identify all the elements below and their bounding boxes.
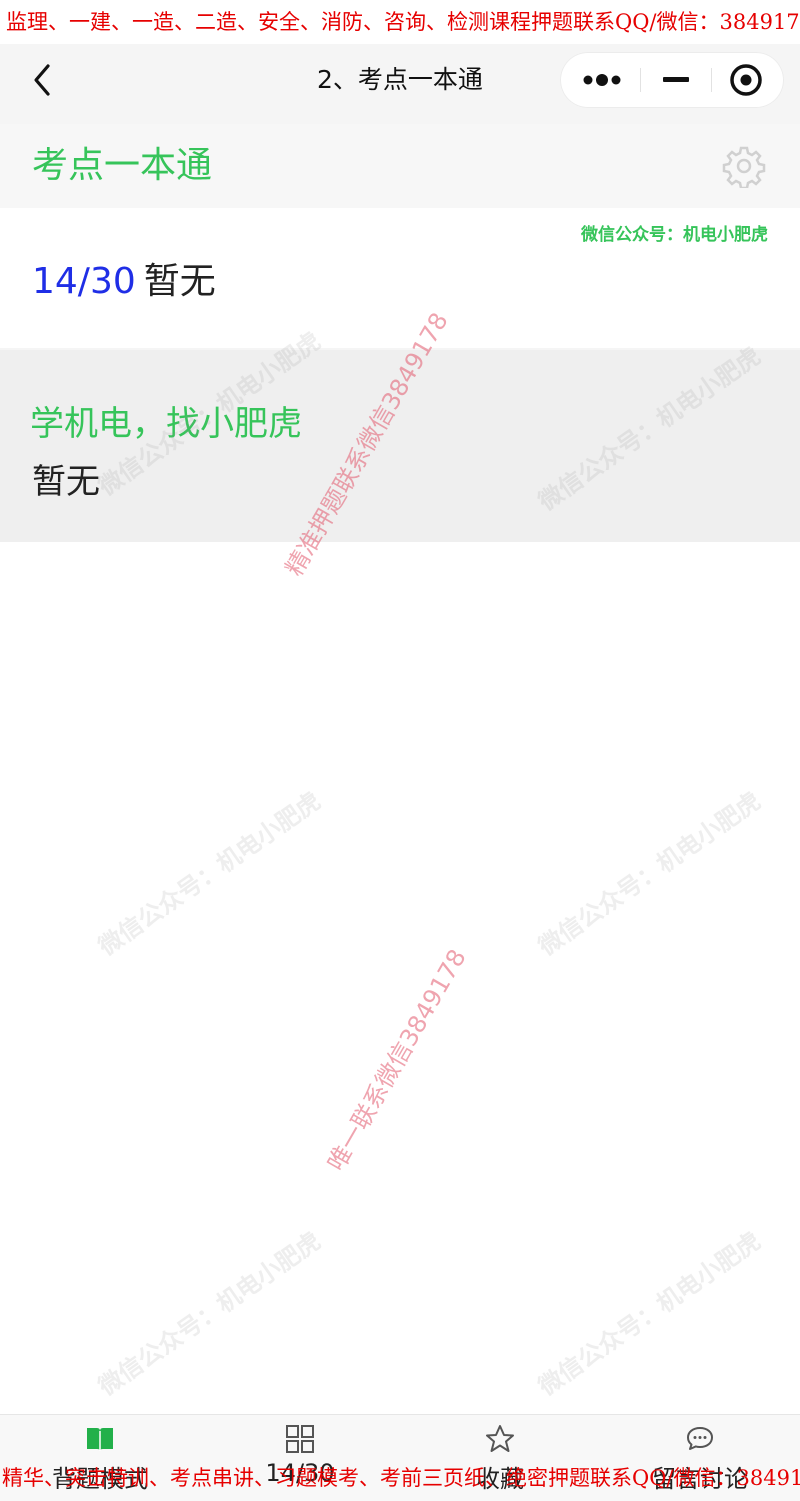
progress-status: 暂无 bbox=[143, 261, 216, 302]
mini-program-capsule bbox=[560, 52, 784, 108]
chat-icon bbox=[687, 1427, 713, 1450]
book-icon bbox=[87, 1428, 113, 1451]
public-account-label: 微信公众号：机电小肥虎 bbox=[581, 225, 768, 245]
content-body: 暂无 bbox=[32, 462, 100, 502]
minimize-button[interactable] bbox=[641, 52, 711, 108]
progress-line: 14/30 暂无 bbox=[32, 260, 216, 304]
more-dots-icon bbox=[583, 74, 621, 86]
info-card: 微信公众号：机电小肥虎 14/30 暂无 bbox=[0, 208, 800, 348]
progress-count: 14/30 bbox=[32, 261, 136, 302]
app-frame: 监理、一建、一造、二造、安全、消防、咨询、检测课程押题联系QQ/微信：38491… bbox=[0, 0, 800, 1501]
navbar: 2、考点一本通 bbox=[0, 44, 800, 120]
gear-icon bbox=[722, 146, 766, 190]
top-promo-banner: 监理、一建、一造、二造、安全、消防、咨询、检测课程押题联系QQ/微信：38491… bbox=[0, 0, 800, 44]
chevron-left-icon bbox=[34, 64, 50, 96]
back-button[interactable] bbox=[24, 58, 64, 102]
more-button[interactable] bbox=[560, 52, 640, 108]
close-mini-program-button[interactable] bbox=[712, 52, 784, 108]
settings-button[interactable] bbox=[722, 144, 766, 190]
bottom-promo-banner: 精华、突击特训、考点串讲、习题模考、考前三页纸、绝密押题联系QQ/微信：3849… bbox=[2, 1466, 800, 1490]
page-title: 考点一本通 bbox=[32, 145, 213, 186]
target-circle-icon bbox=[730, 64, 762, 96]
grid-icon bbox=[286, 1425, 314, 1453]
minus-icon bbox=[663, 77, 689, 82]
star-icon bbox=[486, 1425, 514, 1452]
nav-title: 2、考点一本通 bbox=[317, 65, 483, 94]
page-header: 考点一本通 bbox=[0, 124, 800, 208]
